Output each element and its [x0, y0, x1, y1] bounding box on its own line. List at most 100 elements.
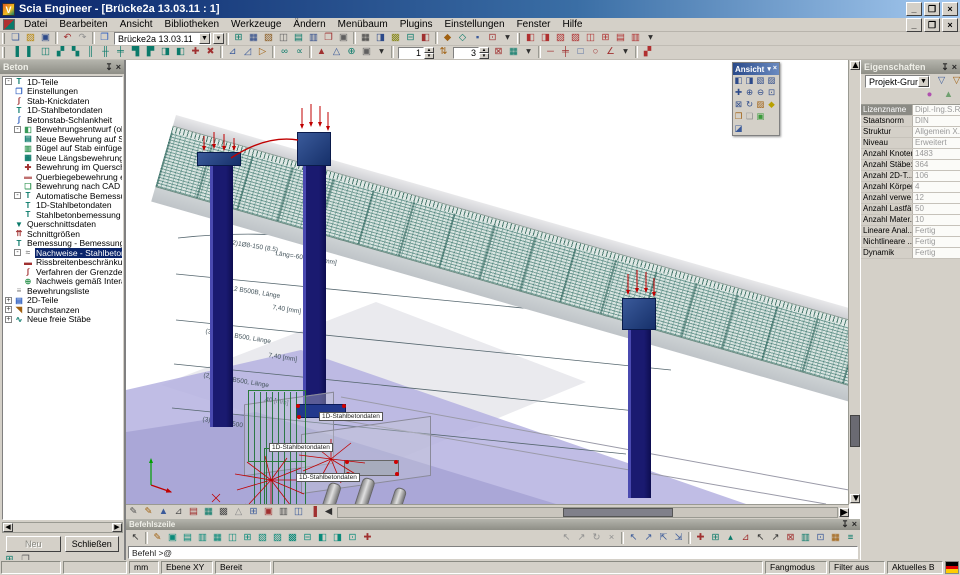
combinations-icon[interactable]: ⊡ [485, 32, 500, 45]
tree-item[interactable]: +▤2D-Teile [3, 296, 122, 306]
tree-item[interactable]: ∫Stab-Knickdaten [3, 96, 122, 106]
support-icon[interactable]: ⊿ [225, 46, 240, 59]
pan-icon[interactable]: ✚ [733, 87, 744, 99]
cmd-3-icon[interactable]: ▥ [195, 532, 210, 545]
property-row[interactable]: StaatsnormDIN [861, 116, 960, 127]
snap-tangent-icon[interactable]: ▦ [828, 532, 843, 545]
window-view-icon[interactable]: ⊞ [246, 506, 261, 519]
tree-item[interactable]: TBemessung - Bemessung As,e [3, 239, 122, 249]
mdi-close-button[interactable]: × [942, 18, 958, 32]
cmd-13-icon[interactable]: ⊡ [345, 532, 360, 545]
tree-item[interactable]: -◧Bewehrungsentwurf (ohne Ber [3, 125, 122, 135]
collapse-icon[interactable]: - [14, 249, 21, 256]
3d-viewport[interactable]: (2)2x(2)1Ø8-150 (8.5)Läng=-60,98.02 [mm]… [125, 60, 860, 519]
delete-node-icon[interactable]: ✖ [203, 46, 218, 59]
cmd-2-icon[interactable]: ▤ [180, 532, 195, 545]
tree-item[interactable]: +∿Neue freie Stäbe [3, 315, 122, 325]
new-icon[interactable]: ❏ [8, 32, 23, 45]
property-row[interactable]: Nichtlineare ...Fertig [861, 237, 960, 248]
view-render-icon[interactable]: ▧ [553, 32, 568, 45]
snap-grid-icon[interactable]: ⊞ [708, 532, 723, 545]
project-window-icon[interactable]: ❐ [97, 32, 112, 45]
property-row[interactable]: NiveauErweitert [861, 138, 960, 149]
node-icon[interactable]: ✚ [188, 46, 203, 59]
snap-line-icon[interactable]: ▥ [798, 532, 813, 545]
gallery-icon[interactable]: ▤ [291, 32, 306, 45]
scroll-right-icon[interactable]: ▶ [839, 508, 849, 517]
tree-item[interactable]: ∫Verfahren der Grenzdehnu [3, 267, 122, 277]
collapse-icon[interactable]: - [14, 192, 21, 199]
expand-icon[interactable]: + [5, 316, 12, 323]
scroll-left-icon[interactable]: ◀ [321, 506, 336, 519]
property-row[interactable]: Anzahl Körper:4 [861, 182, 960, 193]
tree-item[interactable]: ⊕Nachweis gemäß Interaktio [3, 277, 122, 287]
snap-start-icon[interactable]: ⇱ [656, 532, 671, 545]
edit-view-icon[interactable]: ✎ [126, 506, 141, 519]
expand-icon[interactable]: + [5, 297, 12, 304]
shell-icon[interactable]: ▜ [128, 46, 143, 59]
display-prop-icon[interactable]: ▲ [941, 89, 956, 102]
view-labels-icon[interactable]: ▤ [613, 32, 628, 45]
cursor-2-icon[interactable]: ↗ [574, 532, 589, 545]
cmd-5-icon[interactable]: ◫ [225, 532, 240, 545]
tree-item[interactable]: ▼Querschnittsdaten [3, 220, 122, 230]
frame-icon[interactable]: ╫ [98, 46, 113, 59]
mesh-icon[interactable]: ▦ [246, 32, 261, 45]
view-settings-icon[interactable]: ▣ [755, 111, 766, 123]
activity-icon[interactable]: ▦ [506, 46, 521, 59]
cmd-4-icon[interactable]: ▦ [210, 532, 225, 545]
tree-item[interactable]: -TAutomatische Bemessung [3, 191, 122, 201]
viewport-hscrollbar[interactable] [337, 507, 838, 518]
cmd-6-icon[interactable]: ⊞ [240, 532, 255, 545]
more-icon[interactable]: ▾ [643, 32, 658, 45]
menu-werkzeuge[interactable]: Werkzeuge [225, 18, 287, 31]
filter-edit-icon[interactable]: ▽ [949, 75, 960, 88]
slab-icon[interactable]: ▛ [143, 46, 158, 59]
property-row[interactable]: Anzahl verwe...12 [861, 193, 960, 204]
close-panel-icon[interactable]: × [852, 519, 857, 530]
cmd-8-icon[interactable]: ▨ [270, 532, 285, 545]
snap-mid-icon[interactable]: ✚ [693, 532, 708, 545]
view-back-icon[interactable]: ◨ [744, 75, 755, 87]
perspective-icon[interactable]: ⊿ [171, 506, 186, 519]
diagonal-icon[interactable]: ▞ [53, 46, 68, 59]
combo-more-icon[interactable]: ▾ [213, 33, 224, 44]
menu-bearbeiten[interactable]: Bearbeiten [53, 18, 113, 31]
property-row[interactable]: Anzahl 2D-T...106 [861, 171, 960, 182]
minimize-button[interactable]: _ [906, 2, 922, 16]
tree-item[interactable]: ▤Neue Bewehrung auf Stab [3, 134, 122, 144]
redo-icon[interactable]: ↷ [75, 32, 90, 45]
view-front-icon[interactable]: ◧ [733, 75, 744, 87]
render-mode-icon[interactable]: ◪ [733, 123, 744, 135]
print-icon[interactable]: ▦ [358, 32, 373, 45]
section-icon[interactable]: ❏ [744, 111, 755, 123]
rib-icon[interactable]: ◨ [158, 46, 173, 59]
rectangle-icon[interactable]: □ [573, 46, 588, 59]
zoom-out-icon[interactable]: ⊖ [755, 87, 766, 99]
snap-int-icon[interactable]: ↗ [768, 532, 783, 545]
draw-icon[interactable]: ✎ [150, 532, 165, 545]
tree-item[interactable]: ❐Einstellungen [3, 87, 122, 97]
project-combobox[interactable]: Brücke2a 13.03.11 ▼ [114, 32, 211, 45]
clipboard-icon[interactable]: ▣ [336, 32, 351, 45]
property-row[interactable]: LizenznameDipl.-Ing.S.R... [861, 105, 960, 116]
view-wire-icon[interactable]: ◧ [523, 32, 538, 45]
more-icon[interactable]: ▾ [500, 32, 515, 45]
snap-point-icon[interactable]: ▴ [723, 532, 738, 545]
loads-icon[interactable]: ▪ [470, 32, 485, 45]
shade-icon[interactable]: △ [231, 506, 246, 519]
cmd-1-icon[interactable]: ▣ [165, 532, 180, 545]
pin-icon[interactable]: ↧ [841, 519, 849, 530]
pin-icon[interactable]: ↧ [941, 62, 949, 73]
line-icon[interactable]: ─ [543, 46, 558, 59]
export-icon[interactable]: ◨ [373, 32, 388, 45]
status-filter[interactable]: Filter aus [829, 561, 885, 574]
zoom-window-icon[interactable]: ⊡ [766, 87, 777, 99]
layer-icon[interactable]: ▨ [755, 99, 766, 111]
mdi-restore-button[interactable]: ❐ [924, 18, 940, 32]
snap-view-icon[interactable]: ▩ [216, 506, 231, 519]
snap-center-icon[interactable]: ⊡ [813, 532, 828, 545]
view-params-icon[interactable]: ▥ [628, 32, 643, 45]
view-left-icon[interactable]: ▧ [755, 75, 766, 87]
combo-arrow-icon[interactable]: ▼ [918, 76, 929, 87]
